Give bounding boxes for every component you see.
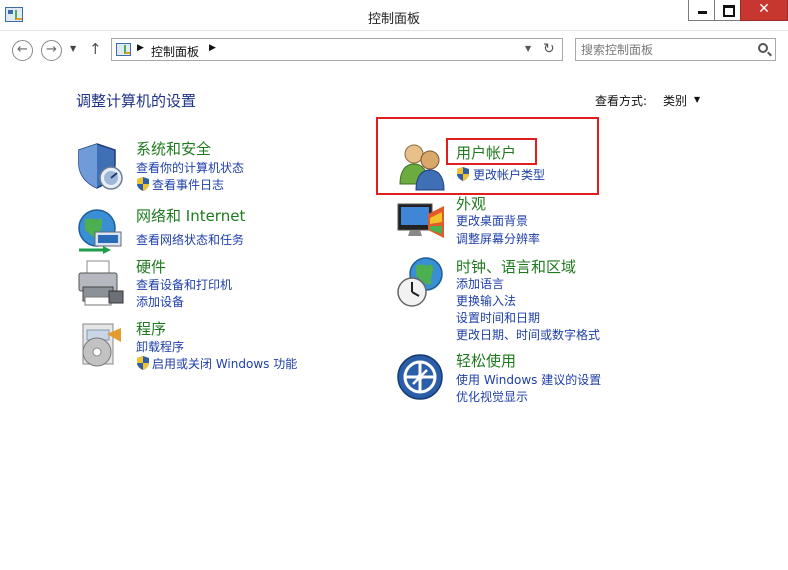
uac-shield-icon [137,356,149,370]
view-by-label: 查看方式: [595,94,648,108]
control-panel-small-icon [116,43,131,56]
link-add-device[interactable]: 添加设备 [136,293,184,310]
link-add-language[interactable]: 添加语言 [456,275,504,292]
network-globe-icon[interactable] [75,206,127,258]
category-title-hardware[interactable]: 硬件 [136,256,166,277]
ease-of-access-icon[interactable] [396,351,448,403]
category-title-user-accounts[interactable]: 用户帐户 [456,142,516,163]
navigation-bar: ← → ▼ ↑ ▶ 控制面板 ▶ ▼ ↻ [0,32,788,66]
link-change-desktop-background[interactable]: 更改桌面背景 [456,212,528,229]
search-box[interactable] [575,38,776,61]
recent-locations-chevron-icon[interactable]: ▼ [70,44,76,53]
category-title-ease-of-access[interactable]: 轻松使用 [456,350,516,371]
link-windows-suggested-settings[interactable]: 使用 Windows 建议的设置 [456,371,601,388]
clock-globe-icon[interactable] [396,256,448,308]
printer-icon[interactable] [75,257,127,309]
search-input[interactable] [581,42,751,57]
refresh-icon[interactable]: ↻ [543,41,555,57]
link-view-devices-printers[interactable]: 查看设备和打印机 [136,276,232,293]
minimize-button[interactable] [688,0,715,21]
up-arrow-icon[interactable]: ↑ [89,40,102,58]
uac-shield-icon [457,167,469,181]
window-title: 控制面板 [367,12,420,27]
link-view-computer-status[interactable]: 查看你的计算机状态 [136,159,244,176]
address-dropdown-icon[interactable]: ▼ [525,44,531,53]
view-by-dropdown[interactable]: 类别 [663,92,687,109]
link-windows-features[interactable]: 启用或关闭 Windows 功能 [152,355,297,372]
link-view-network-status[interactable]: 查看网络状态和任务 [136,231,244,248]
link-set-time-date[interactable]: 设置时间和日期 [456,309,540,326]
forward-button[interactable]: → [41,40,62,61]
breadcrumb-chevron-icon[interactable]: ▶ [209,43,216,53]
link-adjust-screen-resolution[interactable]: 调整屏幕分辨率 [456,230,540,247]
appearance-icon[interactable] [396,196,448,248]
category-title-network-internet[interactable]: 网络和 Internet [136,205,245,226]
link-change-account-type[interactable]: 更改帐户类型 [473,166,545,183]
link-optimize-visual-display[interactable]: 优化视觉显示 [456,388,528,405]
link-view-event-logs[interactable]: 查看事件日志 [152,176,224,193]
uac-shield-icon [137,177,149,191]
link-change-input-method[interactable]: 更换输入法 [456,292,516,309]
programs-icon[interactable] [75,320,127,372]
category-title-system-security[interactable]: 系统和安全 [136,138,211,159]
breadcrumb-control-panel[interactable]: 控制面板 [151,43,199,60]
category-title-clock-language-region[interactable]: 时钟、语言和区域 [456,256,576,277]
users-icon[interactable] [396,140,448,192]
search-icon[interactable] [758,43,768,53]
link-uninstall-program[interactable]: 卸载程序 [136,338,184,355]
back-button[interactable]: ← [12,40,33,61]
breadcrumb-chevron-icon[interactable]: ▶ [137,43,144,53]
shield-security-icon[interactable] [75,140,127,192]
category-title-appearance[interactable]: 外观 [456,193,486,214]
category-title-programs[interactable]: 程序 [136,318,166,339]
maximize-button[interactable] [714,0,741,21]
title-bar: 控制面板 ✕ [0,0,788,31]
link-change-date-time-number-format[interactable]: 更改日期、时间或数字格式 [456,326,600,343]
close-button[interactable]: ✕ [740,0,788,21]
address-bar[interactable]: ▶ 控制面板 ▶ ▼ ↻ [111,38,563,61]
page-title: 调整计算机的设置 [76,92,197,110]
view-by-chevron-icon[interactable]: ▼ [694,95,700,104]
